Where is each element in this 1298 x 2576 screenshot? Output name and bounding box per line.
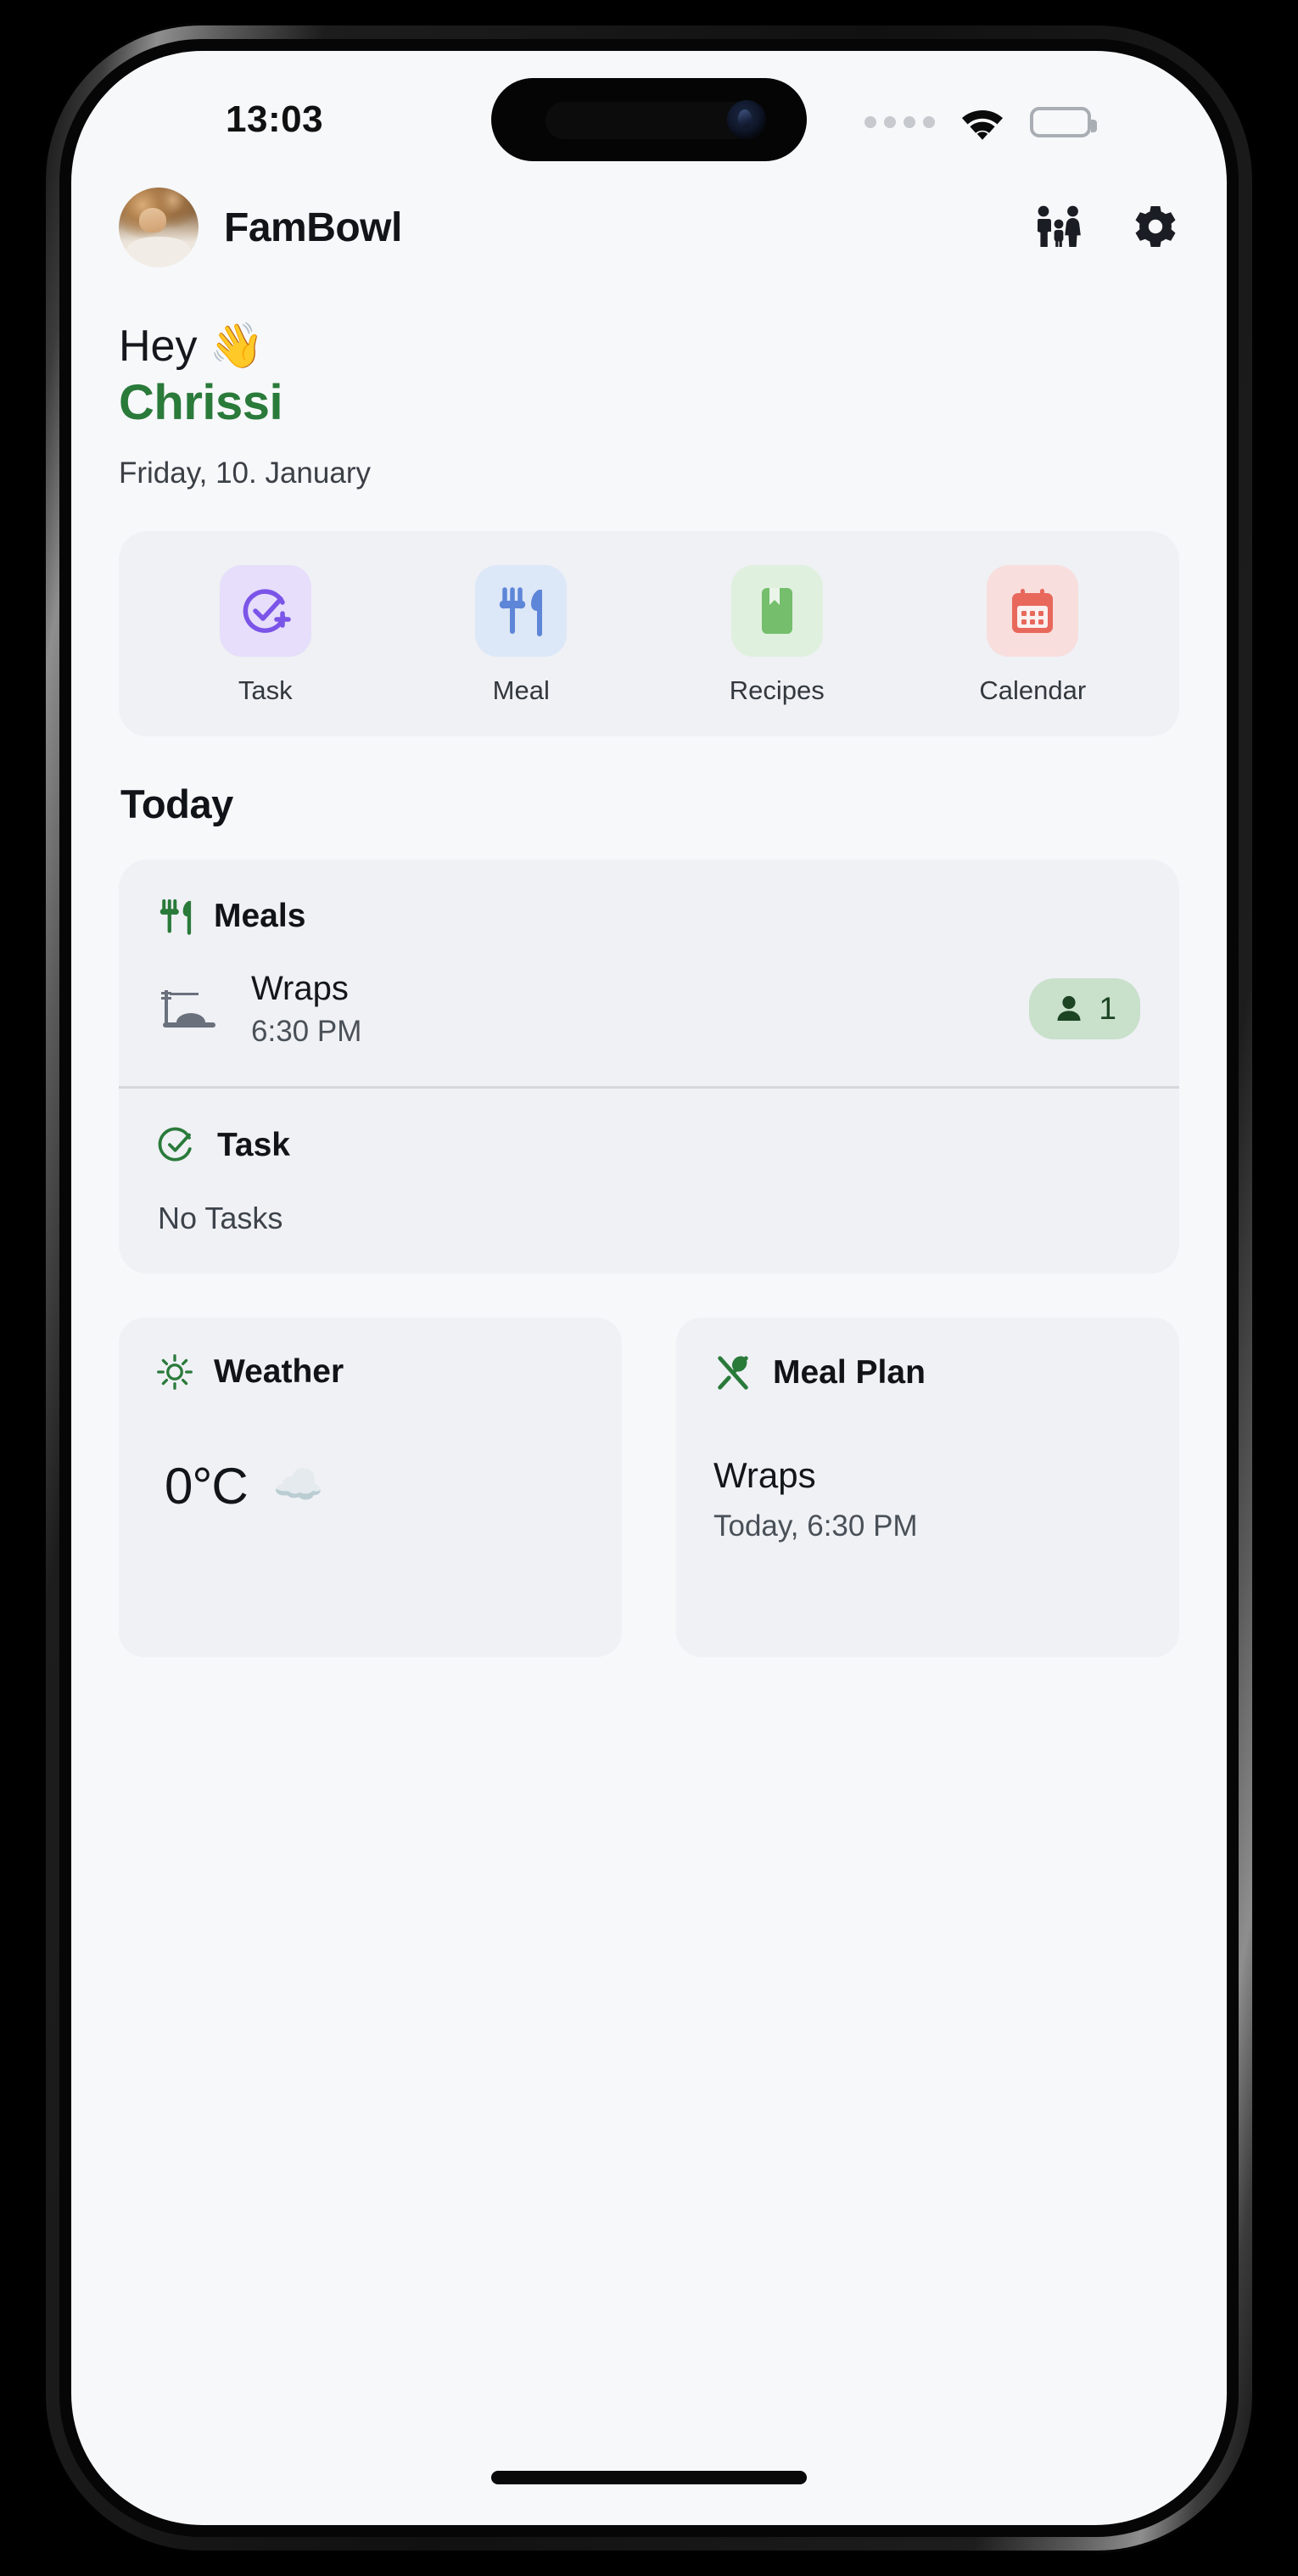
quick-action-label: Calendar <box>979 675 1087 705</box>
check-circle-icon <box>158 1127 192 1162</box>
status-badge[interactable]: 1 <box>1029 978 1140 1040</box>
home-indicator[interactable] <box>491 2471 807 2484</box>
greeting-block: Hey 👋 Chrissi Friday, 10. January <box>119 290 1179 490</box>
today-card: Meals Wraps 6:30 PM 1 Task No Tasks <box>119 859 1179 1274</box>
temperature-value: 0°C <box>165 1457 249 1515</box>
task-header: Task <box>158 1126 1140 1165</box>
avatar[interactable] <box>119 188 199 267</box>
dinner-dish-icon <box>161 990 215 1028</box>
cutlery-icon <box>500 587 543 636</box>
phone-frame: 13:03 FamBowl Hey 👋 Chrissi Friday, 10. … <box>44 24 1254 2552</box>
recipes-tile[interactable] <box>730 564 823 657</box>
greeting-date: Friday, 10. January <box>119 456 371 490</box>
bottom-cards-row: Weather 0°C ☁️ Meal Plan Wraps Today, 6:… <box>119 1317 1179 1657</box>
meal-list-item[interactable]: Wraps 6:30 PM 1 <box>158 970 1140 1049</box>
meal-name: Wraps <box>251 969 349 1007</box>
quick-action-calendar[interactable]: Calendar <box>960 564 1105 706</box>
greeting-line: Hey 👋 <box>119 322 265 371</box>
battery-full-icon <box>1030 107 1097 137</box>
weather-card[interactable]: Weather 0°C ☁️ <box>119 1317 622 1657</box>
meal-plan-card[interactable]: Meal Plan Wraps Today, 6:30 PM <box>676 1317 1179 1657</box>
recipe-book-icon <box>761 587 792 634</box>
quick-action-label: Task <box>238 675 293 705</box>
meal-texts: Wraps 6:30 PM <box>251 970 361 1049</box>
crossed-utensils-icon <box>718 1356 748 1390</box>
task-add-icon <box>243 589 291 633</box>
quick-action-task[interactable]: Task <box>193 564 338 706</box>
status-indicators <box>864 104 1097 141</box>
cloud-icon: ☁️ <box>272 1463 324 1509</box>
quick-action-label: Recipes <box>729 675 825 705</box>
page-title: FamBowl <box>224 204 402 250</box>
task-tile[interactable] <box>219 564 311 657</box>
weather-title: Weather <box>214 1352 344 1390</box>
people-count: 1 <box>1099 991 1116 1027</box>
quick-action-meal[interactable]: Meal <box>448 564 594 706</box>
app-header: FamBowl <box>119 165 1179 290</box>
family-icon[interactable] <box>1035 204 1083 251</box>
phone-bezel: 13:03 FamBowl Hey 👋 Chrissi Friday, 10. … <box>59 39 1239 2537</box>
meals-block: Meals Wraps 6:30 PM 1 <box>119 860 1179 1086</box>
calendar-icon <box>1012 588 1054 633</box>
weather-reading: 0°C ☁️ <box>156 1457 585 1515</box>
task-empty-text: No Tasks <box>158 1200 283 1235</box>
quick-action-label: Meal <box>492 675 550 705</box>
quick-actions-bar: Task Meal Recipes Calendar <box>119 530 1179 736</box>
quick-action-recipes[interactable]: Recipes <box>704 564 850 706</box>
greeting-user-name: Chrissi <box>119 375 283 431</box>
sun-icon <box>157 1353 193 1390</box>
meal-plan-title: Meal Plan <box>773 1353 926 1391</box>
gear-icon[interactable] <box>1132 204 1179 251</box>
status-time: 13:03 <box>226 98 324 140</box>
meals-header: Meals <box>158 897 1140 936</box>
meal-time: 6:30 PM <box>251 1014 362 1048</box>
wifi-icon <box>962 110 1003 140</box>
section-title-today: Today <box>120 781 233 826</box>
cutlery-icon <box>159 899 192 935</box>
meal-plan-header: Meal Plan <box>713 1353 1142 1392</box>
task-block: Task No Tasks <box>119 1089 1179 1274</box>
meal-plan-name: Wraps <box>713 1454 816 1495</box>
phone-screen: 13:03 FamBowl Hey 👋 Chrissi Friday, 10. … <box>71 51 1227 2525</box>
calendar-tile[interactable] <box>987 564 1079 657</box>
meals-title: Meals <box>214 897 306 934</box>
front-camera-icon <box>727 100 766 139</box>
task-title: Task <box>217 1126 290 1163</box>
meal-tile[interactable] <box>475 564 568 657</box>
weather-header: Weather <box>156 1353 585 1391</box>
header-actions <box>1035 204 1179 251</box>
dynamic-island <box>491 78 807 161</box>
meal-plan-when: Today, 6:30 PM <box>713 1509 918 1543</box>
app-content: FamBowl Hey 👋 Chrissi Friday, 10. Januar… <box>71 165 1227 2525</box>
cellular-signal-icon <box>864 116 935 128</box>
person-icon <box>1057 996 1081 1022</box>
